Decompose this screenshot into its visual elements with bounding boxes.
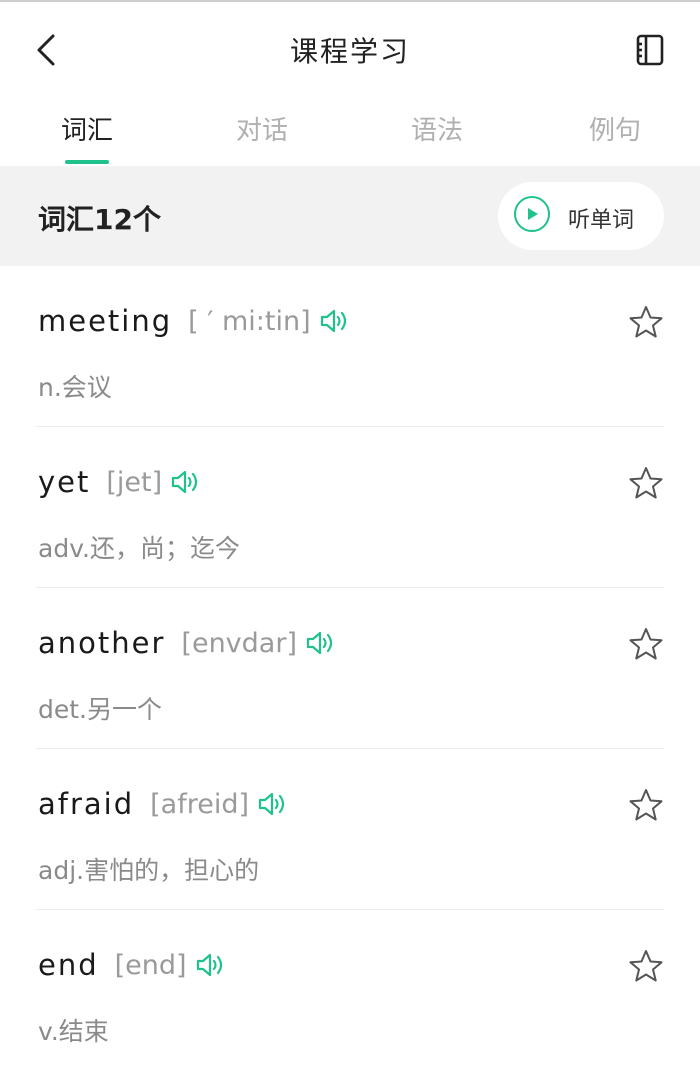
tab-bar: 词汇 对话 语法 例句 xyxy=(0,96,700,166)
meaning-text: adv.还，尚；迄今 xyxy=(38,534,240,563)
meaning-text: det.另一个 xyxy=(38,695,162,724)
phonetic-text: [end] xyxy=(114,949,187,981)
meaning-text: n.会议 xyxy=(38,373,112,402)
page-title: 课程学习 xyxy=(289,35,410,68)
phonetic-text: [afreid] xyxy=(150,788,250,820)
summary-bar: 词汇12个 听单词 xyxy=(0,166,700,266)
speaker-icon[interactable] xyxy=(257,788,289,820)
word-text: another xyxy=(38,626,166,660)
tab-sentences[interactable]: 例句 xyxy=(555,110,675,147)
word-text: end xyxy=(38,948,99,982)
word-count-label: 词汇12个 xyxy=(38,203,161,236)
list-item: yet [jet] adv.还，尚；迄今 xyxy=(36,427,664,588)
book-button[interactable] xyxy=(630,30,670,70)
header: 课程学习 xyxy=(0,2,700,96)
meaning-text: adj.害怕的，担心的 xyxy=(38,856,260,885)
tab-active-indicator xyxy=(65,160,109,164)
speaker-icon[interactable] xyxy=(170,466,202,498)
speaker-icon[interactable] xyxy=(305,627,337,659)
star-icon[interactable] xyxy=(628,304,664,340)
list-item: another [envdar] det.另一个 xyxy=(36,588,664,749)
book-icon xyxy=(636,34,664,66)
tab-vocabulary[interactable]: 词汇 xyxy=(27,110,147,147)
phonetic-text: [ ′ mi:tin] xyxy=(188,305,311,337)
listen-words-button[interactable]: 听单词 xyxy=(498,182,664,250)
list-item: afraid [afreid] adj.害怕的，担心的 xyxy=(36,749,664,910)
speaker-icon[interactable] xyxy=(319,305,351,337)
word-text: afraid xyxy=(38,787,135,821)
list-item: meeting [ ′ mi:tin] n.会议 xyxy=(36,266,664,427)
speaker-icon[interactable] xyxy=(195,949,227,981)
star-icon[interactable] xyxy=(628,626,664,662)
word-text: meeting xyxy=(38,304,173,338)
word-text: yet xyxy=(38,465,91,499)
phonetic-text: [jet] xyxy=(106,466,163,498)
star-icon[interactable] xyxy=(628,948,664,984)
word-list: meeting [ ′ mi:tin] n.会议 yet [jet] adv.还… xyxy=(0,266,700,1070)
list-item: end [end] v.结束 xyxy=(36,910,664,1070)
star-icon[interactable] xyxy=(628,787,664,823)
tab-grammar[interactable]: 语法 xyxy=(377,110,497,147)
listen-words-label: 听单词 xyxy=(568,208,635,233)
play-icon xyxy=(514,196,550,232)
star-icon[interactable] xyxy=(628,465,664,501)
tab-dialogue[interactable]: 对话 xyxy=(202,110,322,147)
meaning-text: v.结束 xyxy=(38,1017,109,1046)
phonetic-text: [envdar] xyxy=(181,627,297,659)
